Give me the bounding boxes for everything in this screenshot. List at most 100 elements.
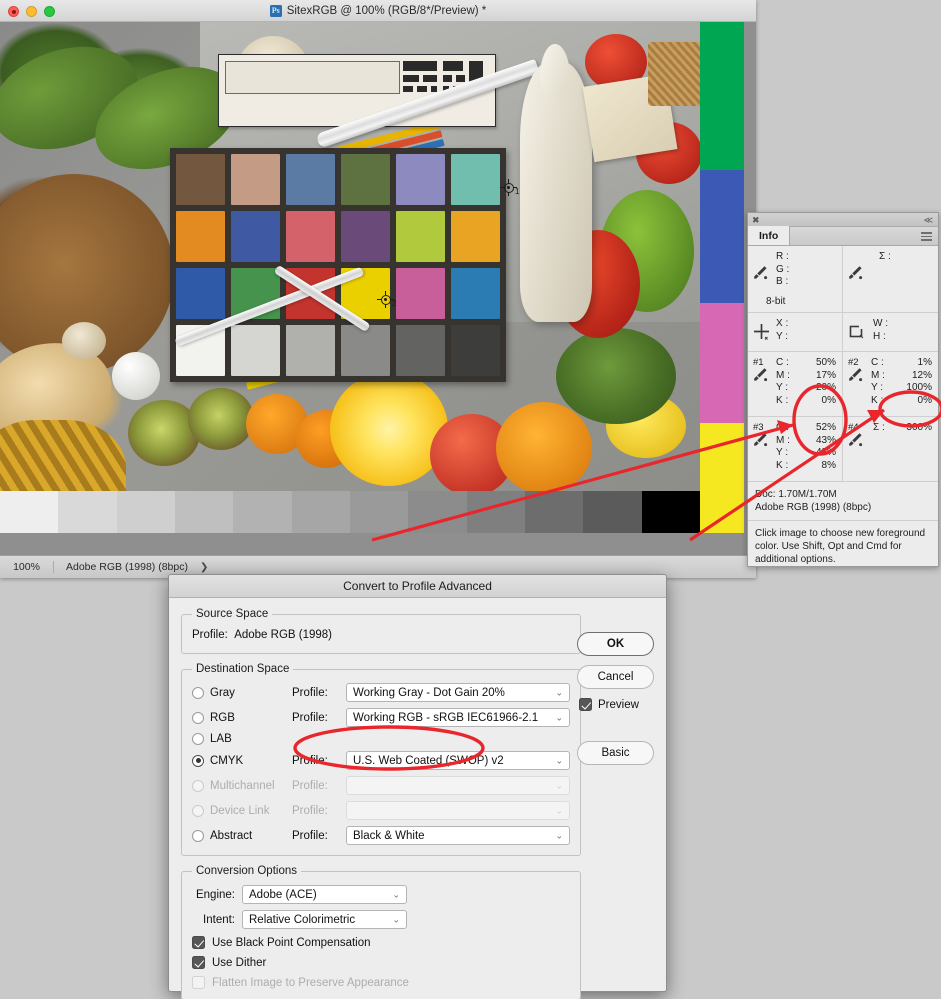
grayscale-step-wedge — [0, 491, 700, 533]
radio-abstract-label: Abstract — [210, 829, 253, 842]
minimize-button[interactable] — [26, 6, 37, 17]
size-w-label: W : — [873, 318, 888, 329]
panel-menu-icon[interactable] — [921, 232, 932, 243]
chevron-down-icon: ⌄ — [555, 755, 563, 765]
radio-rgb-label: RGB — [210, 711, 235, 724]
intent-select[interactable]: Relative Colorimetric ⌄ — [242, 910, 407, 929]
close-button[interactable] — [8, 6, 19, 17]
dialog-button-column: OK Cancel Preview Basic — [577, 632, 654, 774]
use-dither-row[interactable]: Use Dither — [192, 956, 570, 969]
document-canvas[interactable]: 1 2 3 4 — [0, 22, 756, 555]
color-sampler-marker-1[interactable]: 1 — [500, 179, 519, 196]
dest-row-rgb: RGB Profile: Working RGB - sRGB IEC61966… — [192, 708, 570, 727]
intent-row: Intent: Relative Colorimetric ⌄ — [192, 910, 570, 929]
destination-space-legend: Destination Space — [196, 663, 290, 675]
doc-profile-line: Adobe RGB (1998) (8bpc) — [755, 502, 872, 513]
radio-rgb-control[interactable] — [192, 711, 204, 724]
basic-button-wrap: Basic — [577, 741, 654, 765]
radio-multichannel: Multichannel — [192, 779, 292, 792]
radio-abstract-control[interactable] — [192, 829, 204, 842]
pos-y-label: Y : — [776, 330, 789, 342]
engine-select[interactable]: Adobe (ACE) ⌄ — [242, 885, 407, 904]
s2-c-value: 1% — [917, 357, 932, 368]
ok-button[interactable]: OK — [577, 632, 654, 656]
s3-y-label: Y : — [776, 447, 789, 458]
source-space-legend: Source Space — [196, 608, 269, 620]
color-bar-green — [700, 22, 744, 170]
abstract-profile-label: Profile: — [292, 829, 328, 842]
use-dither-label: Use Dither — [212, 956, 267, 969]
chevron-down-icon: ⌄ — [555, 805, 563, 815]
s4-sum-label: Σ : — [873, 422, 885, 433]
dest-row-devicelink: Device Link Profile: ⌄ — [192, 801, 570, 820]
s2-k-label: K : — [871, 394, 884, 406]
gray-profile-select[interactable]: Working Gray - Dot Gain 20% ⌄ — [346, 683, 570, 702]
s1-m-label: M : — [776, 369, 790, 381]
marquee-icon — [849, 325, 864, 339]
color-sampler-marker-2[interactable]: 2 — [377, 291, 397, 308]
intent-value: Relative Colorimetric — [249, 913, 356, 926]
status-expand-arrow-icon[interactable]: ❯ — [188, 562, 208, 573]
radio-cmyk-control[interactable] — [192, 754, 204, 767]
close-icon[interactable]: ✖ — [752, 214, 760, 226]
radio-device-link-control — [192, 804, 204, 817]
chevron-down-icon: ⌄ — [555, 830, 563, 840]
flatten-image-row: Flatten Image to Preserve Appearance — [192, 976, 570, 989]
abstract-profile-select[interactable]: Black & White ⌄ — [346, 826, 570, 845]
flatten-image-label: Flatten Image to Preserve Appearance — [212, 976, 409, 989]
radio-cmyk[interactable]: CMYK — [192, 754, 292, 767]
black-point-compensation-row[interactable]: Use Black Point Compensation — [192, 936, 570, 949]
bit-depth-label: 8-bit — [766, 295, 786, 307]
use-dither-checkbox[interactable] — [192, 956, 205, 969]
radio-lab[interactable]: LAB — [192, 733, 292, 745]
basic-button[interactable]: Basic — [577, 741, 654, 765]
radio-device-link: Device Link — [192, 804, 292, 817]
photoshop-document-icon: Ps — [269, 4, 282, 17]
source-space-group: Source Space Profile: Adobe RGB (1998) — [181, 608, 581, 654]
produce-broccoli — [556, 328, 676, 424]
info-position-readout: X : Y : — [748, 313, 843, 351]
device-link-profile-label: Profile: — [292, 804, 328, 817]
black-point-compensation-label: Use Black Point Compensation — [212, 936, 371, 949]
rgb-b-label: B : — [776, 276, 789, 287]
info-size-readout: W : H : — [843, 313, 938, 351]
preview-row[interactable]: Preview — [579, 698, 654, 711]
s3-y-value: 43% — [815, 447, 836, 458]
cmyk-profile-select[interactable]: U.S. Web Coated (SWOP) v2 ⌄ — [346, 751, 570, 770]
colorchecker-chart — [170, 148, 506, 382]
window-traffic-lights[interactable] — [8, 6, 55, 17]
radio-gray-label: Gray — [210, 686, 235, 699]
black-point-compensation-checkbox[interactable] — [192, 936, 205, 949]
rgb-profile-label: Profile: — [292, 711, 328, 724]
engine-row: Engine: Adobe (ACE) ⌄ — [192, 885, 570, 904]
radio-cmyk-label: CMYK — [210, 754, 244, 767]
sampler-number-2: 2 — [392, 299, 397, 308]
flatten-image-checkbox — [192, 976, 205, 989]
radio-device-link-label: Device Link — [210, 804, 270, 817]
reference-card-patch — [225, 61, 400, 94]
info-panel-tabrow: Info — [748, 226, 938, 246]
conversion-options-legend: Conversion Options — [196, 865, 297, 877]
color-reference-bars — [700, 22, 744, 533]
status-zoom-level[interactable]: 100% — [0, 561, 54, 573]
rgb-profile-select[interactable]: Working RGB - sRGB IEC61966-2.1 ⌄ — [346, 708, 570, 727]
multichannel-profile-select: ⌄ — [346, 776, 570, 795]
radio-rgb[interactable]: RGB — [192, 711, 292, 724]
dest-row-cmyk: CMYK Profile: U.S. Web Coated (SWOP) v2 … — [192, 751, 570, 770]
abstract-profile-value: Black & White — [353, 829, 425, 842]
radio-gray[interactable]: Gray — [192, 686, 292, 699]
multichannel-profile-label: Profile: — [292, 779, 328, 792]
radio-gray-control[interactable] — [192, 686, 204, 699]
color-bar-blue — [700, 170, 744, 303]
chevron-down-icon: ⌄ — [392, 914, 400, 924]
info-readout-row-2: X : Y : W : H : — [748, 313, 938, 352]
collapse-panel-icon[interactable]: ≪ — [924, 214, 933, 226]
radio-lab-control[interactable] — [192, 733, 204, 745]
engine-value: Adobe (ACE) — [249, 888, 317, 901]
preview-checkbox[interactable] — [579, 698, 592, 711]
tab-info[interactable]: Info — [748, 226, 791, 245]
cancel-button[interactable]: Cancel — [577, 665, 654, 689]
chevron-down-icon: ⌄ — [555, 712, 563, 722]
radio-abstract[interactable]: Abstract — [192, 829, 292, 842]
zoom-button[interactable] — [44, 6, 55, 17]
